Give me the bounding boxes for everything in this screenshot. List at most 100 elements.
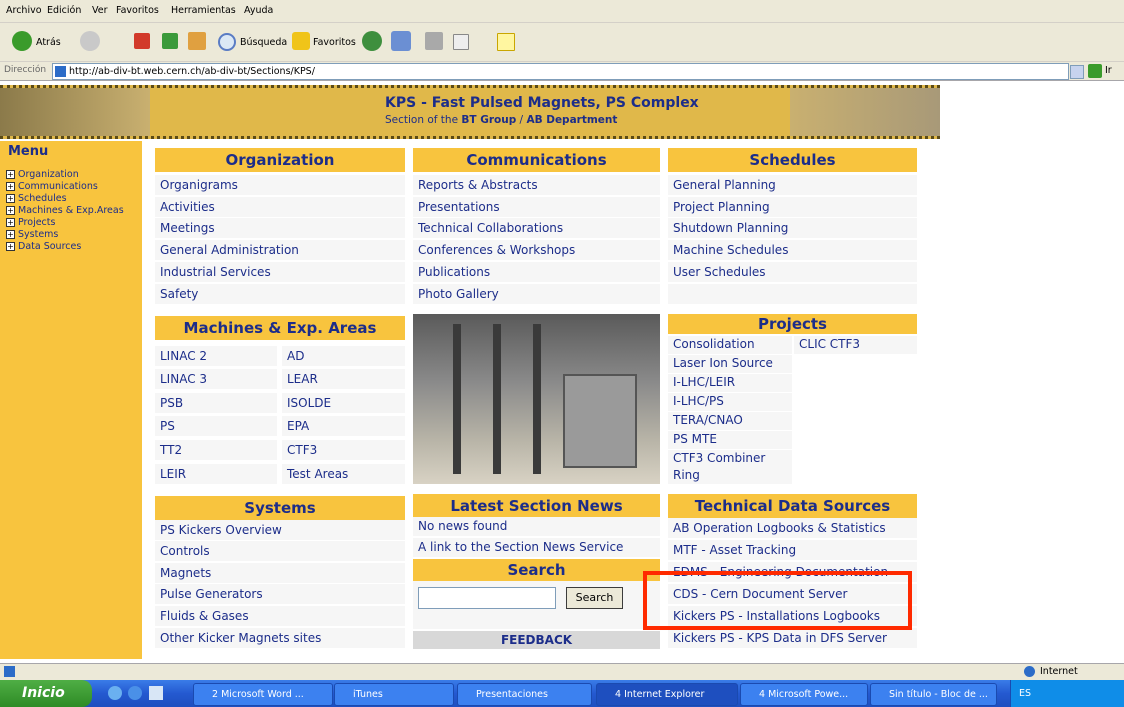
word-edit-icon[interactable] [453, 34, 469, 50]
project-link-laser-ion-source[interactable]: Laser Ion Source [668, 355, 792, 373]
org-link-organigrams[interactable]: Organigrams [155, 175, 405, 195]
project-link-consolidation[interactable]: Consolidation [668, 336, 792, 354]
project-link-clic-ctf3[interactable]: CLIC CTF3 [794, 336, 917, 354]
menu-favoritos[interactable]: Favoritos [116, 5, 159, 16]
comm-link-conferences[interactable]: Conferences & Workshops [413, 240, 660, 260]
address-dropdown-icon[interactable] [1070, 65, 1084, 79]
org-link-safety[interactable]: Safety [155, 284, 405, 304]
sched-link-general-planning[interactable]: General Planning [668, 175, 917, 195]
sched-link-project-planning[interactable]: Project Planning [668, 197, 917, 217]
machine-link-leir[interactable]: LEIR [155, 464, 277, 484]
home-icon[interactable] [188, 32, 206, 50]
machine-link-test-areas[interactable]: Test Areas [282, 464, 405, 484]
forward-arrow-icon[interactable] [80, 31, 100, 51]
search-button[interactable]: Search [566, 587, 623, 609]
search-icon[interactable] [218, 33, 236, 51]
language-indicator[interactable]: ES [1019, 688, 1031, 699]
org-link-industrial-services[interactable]: Industrial Services [155, 262, 405, 282]
expand-plus-icon[interactable]: + [6, 182, 15, 191]
expand-plus-icon[interactable]: + [6, 194, 15, 203]
project-link-ilhc-ps[interactable]: I-LHC/PS [668, 393, 792, 411]
menu-edicion[interactable]: Edición [47, 5, 81, 16]
taskbar-item-presentaciones[interactable]: Presentaciones [457, 683, 592, 706]
machine-link-linac3[interactable]: LINAC 3 [155, 369, 277, 389]
taskbar-item-itunes[interactable]: iTunes [334, 683, 454, 706]
history-icon[interactable] [362, 31, 382, 51]
taskbar-item-powerpoint[interactable]: 4 Microsoft Powe... [740, 683, 868, 706]
notes-icon[interactable] [497, 33, 515, 51]
mail-icon[interactable] [391, 31, 411, 51]
system-link-magnets[interactable]: Magnets [155, 563, 405, 583]
bt-group-link[interactable]: BT Group [461, 114, 516, 126]
comm-link-technical-collaborations[interactable]: Technical Collaborations [413, 218, 660, 238]
sched-link-machine-schedules[interactable]: Machine Schedules [668, 240, 917, 260]
sidebar-item-communications[interactable]: + Communications [6, 181, 98, 192]
tech-link-kickers-ps-dfs[interactable]: Kickers PS - KPS Data in DFS Server [668, 628, 917, 648]
sidebar-item-data-sources[interactable]: + Data Sources [6, 241, 81, 252]
system-link-ps-kickers-overview[interactable]: PS Kickers Overview [155, 520, 405, 540]
machine-link-isolde[interactable]: ISOLDE [282, 393, 405, 413]
system-link-pulse-generators[interactable]: Pulse Generators [155, 584, 405, 604]
print-icon[interactable] [425, 32, 443, 50]
org-link-general-administration[interactable]: General Administration [155, 240, 405, 260]
go-arrow-icon[interactable] [1088, 64, 1102, 78]
url-input[interactable]: http://ab-div-bt.web.cern.ch/ab-div-bt/S… [52, 63, 1069, 80]
quicklaunch-desktop-icon[interactable] [149, 686, 163, 700]
system-link-fluids-gases[interactable]: Fluids & Gases [155, 606, 405, 626]
expand-plus-icon[interactable]: + [6, 218, 15, 227]
feedback-link[interactable]: FEEDBACK [413, 631, 660, 649]
machine-link-linac2[interactable]: LINAC 2 [155, 346, 277, 366]
project-link-tera-cnao[interactable]: TERA/CNAO [668, 412, 792, 430]
news-service-link[interactable]: A link to the Section News Service [413, 538, 660, 557]
machine-link-tt2[interactable]: TT2 [155, 440, 277, 460]
stop-icon[interactable] [134, 33, 150, 49]
machine-link-epa[interactable]: EPA [282, 416, 405, 436]
taskbar-item-notepad[interactable]: Sin título - Bloc de ... [870, 683, 997, 706]
start-button[interactable]: Inicio [0, 680, 92, 707]
go-button-label[interactable]: Ir [1105, 65, 1112, 76]
sched-link-user-schedules[interactable]: User Schedules [668, 262, 917, 282]
expand-plus-icon[interactable]: + [6, 242, 15, 251]
sidebar-item-schedules[interactable]: + Schedules [6, 193, 67, 204]
menu-ayuda[interactable]: Ayuda [244, 5, 273, 16]
project-link-ilhc-leir[interactable]: I-LHC/LEIR [668, 374, 792, 392]
sidebar-item-organization[interactable]: + Organization [6, 169, 79, 180]
search-input[interactable] [418, 587, 556, 609]
taskbar-item-internet-explorer[interactable]: 4 Internet Explorer [596, 683, 738, 706]
sidebar-item-systems[interactable]: + Systems [6, 229, 58, 240]
menu-ver[interactable]: Ver [92, 5, 108, 16]
project-link-ctf3-combiner-ring[interactable]: CTF3 Combiner Ring [668, 450, 792, 484]
comm-link-presentations[interactable]: Presentations [413, 197, 660, 217]
favorites-button-label[interactable]: Favoritos [313, 37, 356, 48]
system-link-other-kicker-sites[interactable]: Other Kicker Magnets sites [155, 628, 405, 648]
machine-link-ctf3[interactable]: CTF3 [282, 440, 405, 460]
back-arrow-icon[interactable] [12, 31, 32, 51]
machine-link-ad[interactable]: AD [282, 346, 405, 366]
expand-plus-icon[interactable]: + [6, 206, 15, 215]
tech-link-ab-operation-logbooks[interactable]: AB Operation Logbooks & Statistics [668, 518, 917, 538]
menu-herramientas[interactable]: Herramientas [171, 5, 236, 16]
comm-link-reports[interactable]: Reports & Abstracts [413, 175, 660, 195]
org-link-activities[interactable]: Activities [155, 197, 405, 217]
menu-archivo[interactable]: Archivo [6, 5, 42, 16]
org-link-meetings[interactable]: Meetings [155, 218, 405, 238]
machine-link-ps[interactable]: PS [155, 416, 277, 436]
back-button-label[interactable]: Atrás [36, 37, 61, 48]
system-link-controls[interactable]: Controls [155, 541, 405, 561]
refresh-icon[interactable] [162, 33, 178, 49]
project-link-ps-mte[interactable]: PS MTE [668, 431, 792, 449]
ab-department-link[interactable]: AB Department [526, 114, 617, 126]
favorites-star-icon[interactable] [292, 32, 310, 50]
taskbar-item-word[interactable]: 2 Microsoft Word ... [193, 683, 333, 706]
machine-link-lear[interactable]: LEAR [282, 369, 405, 389]
search-button-label[interactable]: Búsqueda [240, 37, 287, 48]
sched-link-shutdown-planning[interactable]: Shutdown Planning [668, 218, 917, 238]
tech-link-mtf-asset-tracking[interactable]: MTF - Asset Tracking [668, 540, 917, 560]
sidebar-item-machines[interactable]: + Machines & Exp.Areas [6, 205, 124, 216]
quicklaunch-mail-icon[interactable] [108, 686, 122, 700]
expand-plus-icon[interactable]: + [6, 170, 15, 179]
machine-link-psb[interactable]: PSB [155, 393, 277, 413]
comm-link-photo-gallery[interactable]: Photo Gallery [413, 284, 660, 304]
comm-link-publications[interactable]: Publications [413, 262, 660, 282]
sidebar-item-projects[interactable]: + Projects [6, 217, 55, 228]
